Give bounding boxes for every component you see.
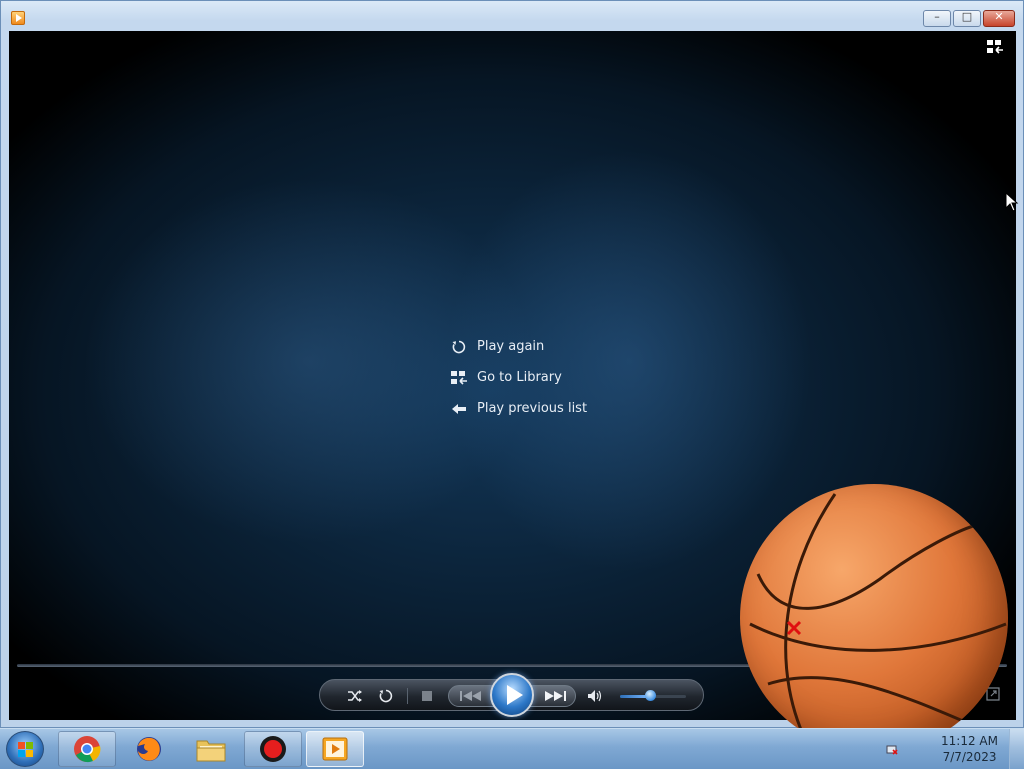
taskbar-media-player[interactable]: [306, 731, 364, 767]
clock-date: 7/7/2023: [942, 750, 997, 764]
volume-thumb[interactable]: [645, 690, 656, 701]
firefox-icon: [137, 737, 161, 761]
previous-icon[interactable]: [456, 685, 486, 707]
taskbar-firefox[interactable]: [120, 731, 178, 767]
show-desktop-button[interactable]: [1009, 729, 1024, 769]
menu-item-play-again[interactable]: Play again: [449, 331, 587, 362]
media-player-icon: [322, 737, 348, 761]
next-icon[interactable]: [540, 685, 570, 707]
close-gadget-icon[interactable]: [786, 620, 802, 636]
record-icon: [260, 736, 286, 762]
maximize-icon: □: [961, 10, 973, 23]
playback-controls: [319, 673, 704, 717]
taskbar: 11:12 AM 7/7/2023: [0, 728, 1024, 769]
media-player-icon: [11, 11, 25, 25]
start-button[interactable]: [6, 731, 44, 767]
system-clock[interactable]: 11:12 AM 7/7/2023: [941, 733, 998, 765]
menu-item-label: Play previous list: [477, 401, 588, 416]
chrome-icon: [74, 736, 101, 763]
menu-item-label: Play again: [477, 339, 545, 354]
title-bar[interactable]: – □ ✕: [1, 1, 1023, 31]
maximize-button[interactable]: □: [953, 10, 981, 27]
menu-item-go-to-library[interactable]: Go to Library: [449, 362, 587, 393]
control-divider: [407, 688, 408, 704]
window-controls: – □ ✕: [921, 10, 1015, 27]
folder-icon: [196, 740, 226, 762]
volume-icon[interactable]: [584, 685, 606, 707]
switch-to-library-icon[interactable]: [986, 39, 1004, 55]
play-button[interactable]: [490, 673, 534, 717]
basketball-seams: [749, 493, 1007, 750]
end-of-playback-menu: Play again Go to Library Play previous l…: [449, 331, 587, 424]
library-icon: [449, 368, 469, 388]
volume-slider[interactable]: [620, 690, 686, 701]
shuffle-icon[interactable]: [344, 685, 366, 707]
menu-item-label: Go to Library: [477, 370, 562, 385]
minimize-button[interactable]: –: [923, 10, 951, 27]
windows-logo-icon: [18, 742, 34, 758]
repeat-icon[interactable]: [375, 685, 397, 707]
stop-icon[interactable]: [416, 685, 438, 707]
taskbar-recorder[interactable]: [244, 731, 302, 767]
minimize-icon: –: [934, 10, 940, 23]
play-icon: [507, 685, 523, 705]
taskbar-chrome[interactable]: [58, 731, 116, 767]
basketball-desktop-gadget[interactable]: [740, 484, 1008, 752]
close-button[interactable]: ✕: [983, 10, 1015, 27]
menu-item-play-previous-list[interactable]: Play previous list: [449, 393, 587, 424]
network-icon[interactable]: [886, 743, 898, 755]
mouse-cursor-icon: [1005, 192, 1019, 212]
back-arrow-icon: [449, 399, 469, 419]
taskbar-file-explorer[interactable]: [182, 731, 240, 767]
close-icon: ✕: [994, 10, 1004, 23]
clock-time: 11:12 AM: [941, 734, 998, 748]
replay-icon: [449, 337, 469, 357]
